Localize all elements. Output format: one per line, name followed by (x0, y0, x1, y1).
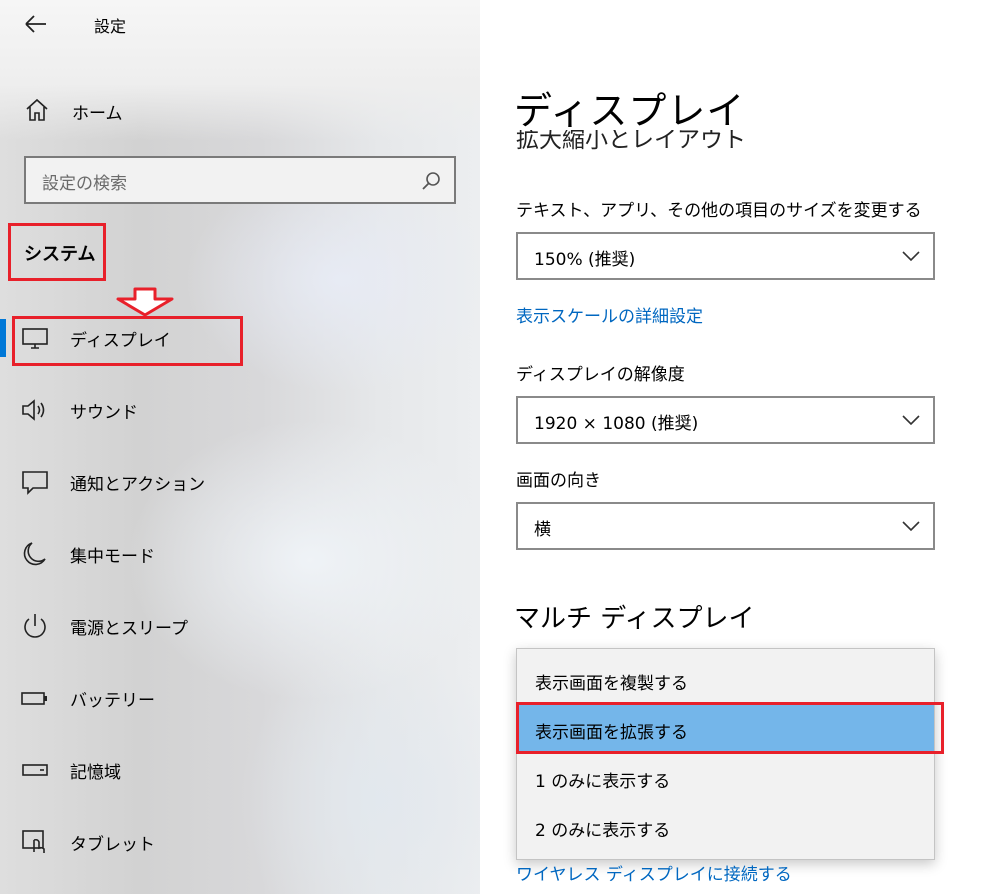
multi-display-dropdown[interactable]: 表示画面を複製する 表示画面を拡張する 1 のみに表示する 2 のみに表示する (516, 648, 935, 860)
advanced-scaling-link[interactable]: 表示スケールの詳細設定 (516, 302, 703, 327)
resolution-value: 1920 × 1080 (推奨) (534, 414, 699, 434)
active-indicator (0, 319, 6, 357)
scale-value: 150% (推奨) (534, 250, 636, 270)
sidebar-item-home-label: ホーム (72, 104, 123, 124)
search-input[interactable]: 設定の検索 (24, 156, 456, 204)
multi-display-heading: マルチ ディスプレイ (514, 604, 755, 634)
chevron-down-icon (902, 521, 920, 532)
search-icon[interactable] (420, 170, 442, 192)
option-label: 1 のみに表示する (535, 772, 671, 792)
highlight-box-extend (516, 702, 944, 754)
page-title: ディスプレイ (514, 89, 746, 133)
orientation-value: 横 (534, 520, 551, 540)
dropdown-option-only-2[interactable]: 2 のみに表示する (517, 803, 934, 851)
sidebar-item-storage[interactable]: 記憶域 (20, 752, 240, 788)
home-icon (26, 98, 48, 121)
drive-icon (22, 764, 48, 776)
sidebar-item-tablet[interactable]: タブレット (20, 824, 240, 860)
highlight-box-display (12, 316, 243, 366)
sidebar-item-label: サウンド (70, 403, 138, 423)
resolution-label: ディスプレイの解像度 (516, 365, 685, 385)
scale-label: テキスト、アプリ、その他の項目のサイズを変更する (516, 201, 922, 221)
sidebar-item-sound[interactable]: サウンド (20, 392, 240, 428)
main-panel: ディスプレイ 拡大縮小とレイアウト テキスト、アプリ、その他の項目のサイズを変更… (480, 0, 989, 894)
sidebar-item-home[interactable]: ホーム (24, 94, 123, 126)
app-title: 設定 (94, 17, 127, 36)
option-label: 表示画面を複製する (535, 674, 688, 694)
message-icon (22, 471, 48, 495)
partial-section-heading: 拡大縮小とレイアウト (516, 130, 816, 152)
tablet-icon (22, 830, 45, 853)
back-arrow-icon[interactable] (22, 10, 50, 38)
highlight-box-system (8, 223, 106, 281)
resolution-select[interactable]: 1920 × 1080 (推奨) (516, 396, 935, 444)
chevron-down-icon (902, 251, 920, 262)
battery-icon (21, 692, 47, 705)
speaker-icon (22, 399, 45, 421)
orientation-select[interactable]: 横 (516, 502, 935, 550)
sidebar: 設定 ホーム 設定の検索 システム ディスプレイ サウンド 通知とアクション 集… (0, 0, 480, 894)
annotation-down-arrow-icon (116, 287, 174, 317)
sidebar-item-label: バッテリー (70, 691, 155, 711)
orientation-label: 画面の向き (516, 471, 601, 491)
moon-icon (23, 542, 46, 566)
search-placeholder: 設定の検索 (42, 174, 127, 194)
sidebar-item-label: 集中モード (70, 547, 155, 567)
dropdown-option-only-1[interactable]: 1 のみに表示する (517, 754, 934, 802)
dropdown-option-duplicate[interactable]: 表示画面を複製する (517, 656, 934, 704)
wireless-display-link[interactable]: ワイヤレス ディスプレイに接続する (516, 860, 792, 885)
sidebar-item-battery[interactable]: バッテリー (20, 680, 240, 716)
sidebar-item-focus[interactable]: 集中モード (20, 536, 240, 572)
sidebar-item-label: 電源とスリープ (70, 619, 188, 639)
power-icon (24, 614, 46, 638)
sidebar-item-label: 通知とアクション (70, 475, 206, 495)
chevron-down-icon (902, 415, 920, 426)
sidebar-item-notifications[interactable]: 通知とアクション (20, 464, 280, 500)
scale-select[interactable]: 150% (推奨) (516, 232, 935, 280)
sidebar-item-power[interactable]: 電源とスリープ (20, 608, 260, 644)
partial-section-heading-text: 拡大縮小とレイアウト (516, 130, 746, 152)
option-label: 2 のみに表示する (535, 821, 671, 841)
sidebar-item-label: 記憶域 (70, 763, 121, 783)
sidebar-item-label: タブレット (70, 835, 155, 855)
